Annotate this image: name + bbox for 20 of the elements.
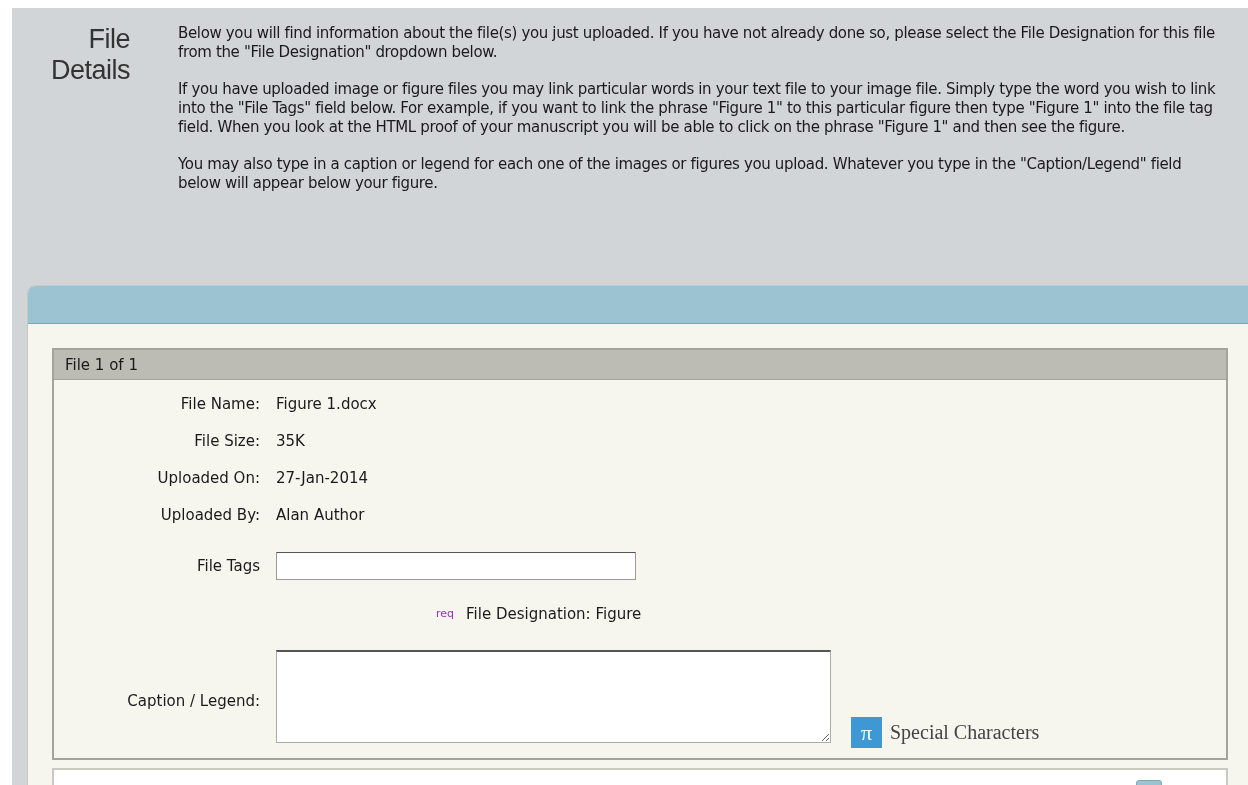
field-label: Uploaded By:	[159, 505, 260, 526]
field-label: File Size:	[193, 431, 260, 452]
field-label: Uploaded On:	[156, 468, 260, 489]
required-marker: req	[436, 606, 455, 622]
file-box-header: File 1 of 1	[54, 350, 1226, 380]
instruction-paragraph: Below you will find information about the file(s) you just uploaded. If you have not already done so, please select the File Designation for this file from the "File Designation" dropdown below.	[178, 24, 1216, 62]
special-characters-link[interactable]: Special Characters	[890, 717, 1040, 747]
field-value: 27-Jan-2014	[276, 468, 369, 489]
field-value: 35K	[276, 431, 305, 452]
field-value: Alan Author	[276, 505, 365, 526]
instruction-paragraph: You may also type in a caption or legend for each one of the images or figures you upload. Whatever you type in the "Caption/Legend" field below will appear below your figure.	[178, 155, 1183, 193]
field-value: Figure 1.docx	[276, 394, 377, 415]
field-label: File Tags	[195, 555, 260, 577]
field-label: Caption / Legend:	[126, 690, 260, 712]
caption-field[interactable]	[276, 649, 831, 743]
input-field[interactable]	[276, 552, 636, 580]
file-designation: File Designation: Figure	[466, 604, 642, 625]
page-title: File Details	[49, 24, 130, 87]
instruction-paragraph: If you have uploaded image or figure files you may link particular words in your text file to your image file. Simply type the word you wish to link into the "File Tags" field below. For example, if you want to link the phrase "Figure 1" to this particular figure then type "Figure 1" into the file tag field. When you look at the HTML proof of your manuscript you will be able to click on the phrase "Figure 1" and then see the figure.	[178, 80, 1217, 137]
field-label: File Name:	[179, 394, 260, 415]
